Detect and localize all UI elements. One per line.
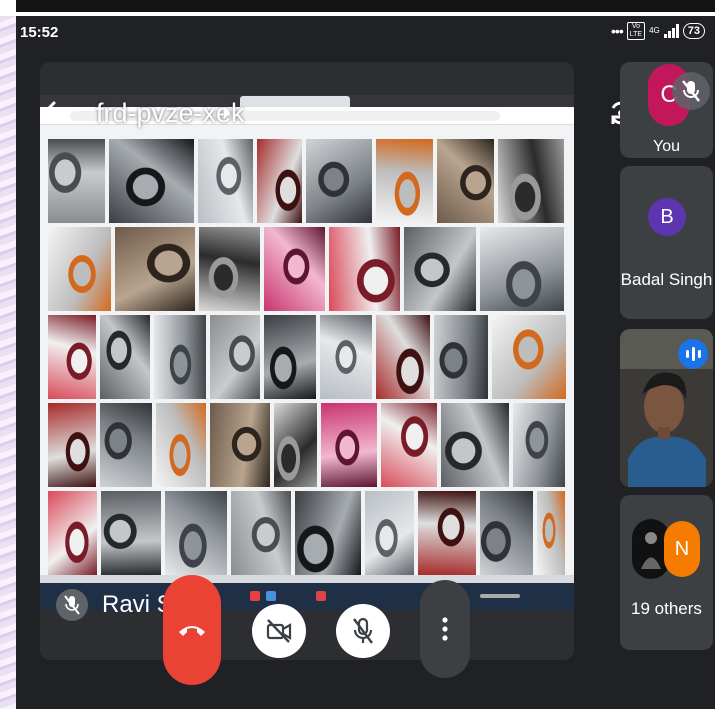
mic-off-icon [353, 617, 373, 644]
participant-name: Badal Singh [620, 270, 713, 289]
image-result-thumbnail[interactable] [210, 315, 260, 399]
shared-status-url-line [40, 575, 574, 583]
avatar-initial: N [674, 537, 690, 560]
image-result-thumbnail[interactable] [329, 227, 400, 311]
image-result-thumbnail[interactable] [365, 491, 414, 575]
image-result-thumbnail[interactable] [156, 403, 206, 487]
participant-name: You [653, 138, 680, 155]
image-result-thumbnail[interactable] [198, 139, 253, 223]
volte-icon: Vo LTE [626, 22, 646, 40]
camera-toggle-button[interactable] [252, 604, 306, 658]
image-result-thumbnail[interactable] [434, 315, 488, 399]
presenter-mic-off-icon [56, 589, 88, 621]
videocam-off-icon [266, 619, 292, 643]
image-result-thumbnail[interactable] [231, 491, 291, 575]
more-options-button[interactable] [420, 580, 470, 678]
image-result-thumbnail[interactable] [264, 315, 316, 399]
participant-name: 19 others [631, 599, 702, 618]
image-result-thumbnail[interactable] [404, 227, 476, 311]
image-result-thumbnail[interactable] [48, 139, 105, 223]
status-icons: ••• Vo LTE 4G 73 [611, 22, 705, 40]
mic-off-icon [672, 72, 710, 110]
image-result-thumbnail[interactable] [492, 315, 566, 399]
image-result-thumbnail[interactable] [48, 403, 96, 487]
image-result-thumbnail[interactable] [48, 227, 111, 311]
image-result-thumbnail[interactable] [320, 315, 372, 399]
image-result-thumbnail[interactable] [165, 491, 227, 575]
image-result-thumbnail[interactable] [537, 491, 565, 575]
image-result-thumbnail[interactable] [109, 139, 194, 223]
speaking-indicator-icon [678, 339, 708, 369]
image-result-thumbnail[interactable] [115, 227, 195, 311]
status-bar-top-edge [16, 0, 715, 12]
image-results-grid [48, 139, 566, 579]
image-result-thumbnail[interactable] [498, 139, 564, 223]
participant-tile-camera[interactable] [620, 329, 713, 487]
taskbar-app-icon [250, 591, 260, 601]
image-result-thumbnail[interactable] [441, 403, 509, 487]
image-result-thumbnail[interactable] [101, 491, 161, 575]
image-result-thumbnail[interactable] [199, 227, 260, 311]
signal-icon [663, 24, 679, 38]
image-result-thumbnail[interactable] [376, 315, 430, 399]
chevron-right-icon[interactable] [222, 104, 232, 122]
avatar: N [664, 521, 700, 577]
avatar: B [648, 198, 686, 236]
shared-browser-tab [240, 96, 350, 107]
person-icon [641, 532, 661, 569]
image-result-thumbnail[interactable] [210, 403, 270, 487]
image-result-thumbnail[interactable] [100, 315, 150, 399]
avatar-initial: B [660, 205, 674, 228]
back-arrow-icon[interactable] [40, 97, 70, 127]
image-result-thumbnail[interactable] [264, 227, 325, 311]
image-result-thumbnail[interactable] [48, 491, 97, 575]
image-result-thumbnail[interactable] [295, 491, 361, 575]
taskbar-app-icon [316, 591, 326, 601]
image-result-thumbnail[interactable] [480, 491, 533, 575]
taskbar-tray [480, 594, 520, 598]
participant-tile-others[interactable]: N 19 others [620, 495, 713, 650]
more-notifications-icon: ••• [611, 23, 624, 39]
image-result-thumbnail[interactable] [274, 403, 317, 487]
image-result-thumbnail[interactable] [381, 403, 437, 487]
shared-screen [40, 95, 574, 610]
taskbar-app-icon [266, 591, 276, 601]
image-result-thumbnail[interactable] [100, 403, 152, 487]
more-vert-icon [442, 617, 448, 641]
status-time: 15:52 [20, 24, 59, 41]
image-result-thumbnail[interactable] [154, 315, 206, 399]
image-result-thumbnail[interactable] [257, 139, 302, 223]
participant-tile-badal-singh[interactable]: B Badal Singh [620, 166, 713, 319]
background-left-strip [0, 0, 16, 709]
image-result-thumbnail[interactable] [437, 139, 494, 223]
participant-tile-you[interactable]: C You [620, 62, 713, 158]
hang-up-button[interactable] [163, 575, 221, 685]
network-type: 4G [649, 26, 660, 35]
image-result-thumbnail[interactable] [418, 491, 476, 575]
image-result-thumbnail[interactable] [306, 139, 372, 223]
battery-indicator: 73 [682, 23, 705, 39]
screen: 15:52 ••• Vo LTE 4G 73 frd-pvze-xek C Yo… [0, 0, 715, 709]
image-result-thumbnail[interactable] [480, 227, 564, 311]
image-result-thumbnail[interactable] [513, 403, 565, 487]
image-result-thumbnail[interactable] [321, 403, 377, 487]
microphone-toggle-button[interactable] [336, 604, 390, 658]
image-result-thumbnail[interactable] [376, 139, 433, 223]
call-end-icon [179, 626, 205, 636]
image-result-thumbnail[interactable] [48, 315, 96, 399]
